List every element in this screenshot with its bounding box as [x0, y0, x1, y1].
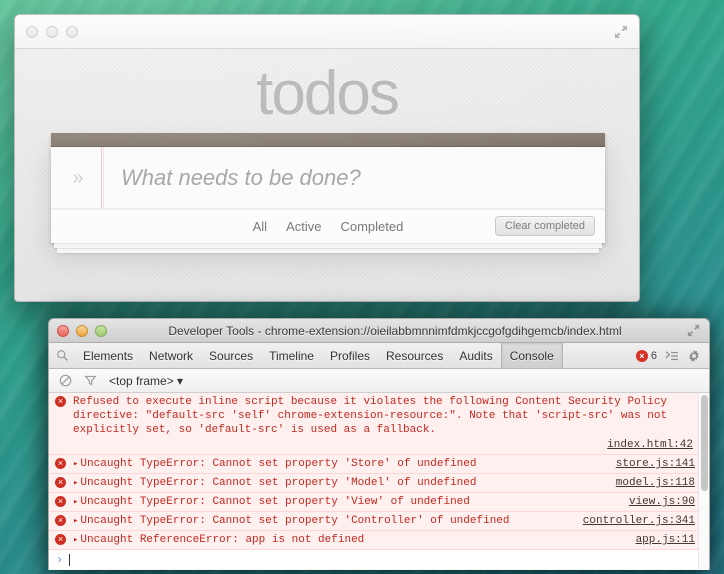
todos-titlebar[interactable]: [15, 15, 639, 49]
todos-zoom-button[interactable]: [66, 26, 78, 38]
devtools-close-button[interactable]: [57, 324, 69, 337]
tab-console[interactable]: Console: [500, 343, 563, 368]
prompt-caret: [69, 554, 71, 566]
devtools-zoom-button[interactable]: [95, 324, 107, 337]
console-message-source[interactable]: app.js:11: [636, 533, 695, 547]
devtools-window[interactable]: Developer Tools - chrome-extension://oie…: [48, 318, 710, 570]
devtools-minimize-button[interactable]: [76, 324, 88, 337]
console-message[interactable]: × ▸ Uncaught ReferenceError: app is not d…: [49, 531, 709, 550]
new-todo-input[interactable]: [105, 164, 605, 191]
console-message-source[interactable]: store.js:141: [616, 457, 695, 471]
devtools-titlebar[interactable]: Developer Tools - chrome-extension://oie…: [49, 319, 709, 343]
error-icon: ×: [55, 515, 66, 526]
console-message-list: × Refused to execute inline script becau…: [49, 393, 709, 569]
show-drawer-icon[interactable]: [665, 350, 679, 362]
settings-gear-icon[interactable]: [687, 349, 701, 363]
devtools-tabbar: Elements Network Sources Timeline Profil…: [49, 343, 709, 369]
console-message[interactable]: × ▸ Uncaught TypeError: Cannot set proper…: [49, 493, 709, 512]
console-message-text: ▸ Uncaught TypeError: Cannot set property…: [73, 477, 477, 489]
console-scrollbar-thumb[interactable]: [701, 395, 708, 491]
page-title: todos: [256, 59, 400, 128]
console-message-text: ▸ Uncaught ReferenceError: app is not def…: [73, 534, 365, 546]
tab-audits[interactable]: Audits: [451, 343, 500, 368]
console-message-text: ▸ Uncaught TypeError: Cannot set property…: [73, 515, 510, 527]
search-icon[interactable]: [49, 343, 75, 368]
console-message-source[interactable]: controller.js:341: [583, 514, 695, 528]
console-prompt[interactable]: ›: [49, 550, 709, 569]
filter-funnel-icon[interactable]: [84, 374, 97, 387]
tab-sources[interactable]: Sources: [201, 343, 261, 368]
fullscreen-expand-icon[interactable]: [613, 24, 629, 40]
console-message-source[interactable]: model.js:118: [616, 476, 695, 490]
tab-timeline[interactable]: Timeline: [261, 343, 322, 368]
todos-minimize-button[interactable]: [46, 26, 58, 38]
console-message[interactable]: × ▸ Uncaught TypeError: Cannot set proper…: [49, 512, 709, 531]
frame-selector-dropdown[interactable]: <top frame> ▾: [109, 374, 183, 388]
error-icon: ×: [55, 534, 66, 545]
todoapp-top-bar: [51, 133, 605, 147]
devtools-tabbar-right: × 6: [635, 343, 709, 368]
error-count-badge[interactable]: × 6: [635, 349, 657, 362]
error-count-label: 6: [650, 349, 657, 362]
console-message[interactable]: × Refused to execute inline script becau…: [49, 393, 709, 455]
error-icon: ×: [635, 349, 648, 362]
todos-close-button[interactable]: [26, 26, 38, 38]
devtools-traffic-lights: [57, 324, 107, 337]
console-scrollbar[interactable]: [698, 393, 709, 569]
error-icon: ×: [55, 477, 66, 488]
expand-triangle-icon[interactable]: ▸: [73, 478, 78, 488]
todos-traffic-lights: [26, 26, 78, 38]
devtools-window-title: Developer Tools - chrome-extension://oie…: [168, 323, 622, 338]
console-message-text: ▸ Uncaught TypeError: Cannot set property…: [73, 458, 477, 470]
console-message-text: ▸ Uncaught TypeError: Cannot set property…: [73, 496, 470, 508]
expand-triangle-icon[interactable]: ▸: [73, 516, 78, 526]
error-icon: ×: [55, 496, 66, 507]
todoapp-footer: All Active Completed Clear completed: [51, 209, 605, 243]
todo-filters: All Active Completed: [248, 218, 409, 235]
new-todo-row: »: [51, 147, 605, 209]
console-message-source[interactable]: index.html:42: [73, 438, 695, 452]
clear-console-icon[interactable]: [59, 374, 72, 387]
tab-profiles[interactable]: Profiles: [322, 343, 378, 368]
error-icon: ×: [55, 458, 66, 469]
prompt-chevron-icon: ›: [56, 553, 64, 567]
tab-elements[interactable]: Elements: [75, 343, 141, 368]
fullscreen-expand-icon[interactable]: [686, 323, 701, 338]
desktop-background: todos » All Active Completed Clear compl…: [0, 0, 724, 574]
console-toolbar: <top frame> ▾: [49, 369, 709, 393]
tab-network[interactable]: Network: [141, 343, 201, 368]
console-message[interactable]: × ▸ Uncaught TypeError: Cannot set proper…: [49, 474, 709, 493]
clear-completed-button[interactable]: Clear completed: [494, 216, 595, 236]
filter-active[interactable]: Active: [281, 218, 326, 235]
filter-completed[interactable]: Completed: [335, 218, 408, 235]
tab-resources[interactable]: Resources: [378, 343, 451, 368]
todos-app-body: todos » All Active Completed Clear compl…: [15, 49, 639, 301]
console-message-source[interactable]: view.js:90: [629, 495, 695, 509]
filter-all[interactable]: All: [248, 218, 272, 235]
console-message[interactable]: × ▸ Uncaught TypeError: Cannot set proper…: [49, 455, 709, 474]
todos-app-window[interactable]: todos » All Active Completed Clear compl…: [14, 14, 640, 302]
expand-triangle-icon[interactable]: ▸: [73, 535, 78, 545]
console-message-text: Refused to execute inline script because…: [73, 396, 668, 436]
todoapp-panel: » All Active Completed Clear completed: [51, 133, 605, 243]
expand-triangle-icon[interactable]: ▸: [73, 459, 78, 469]
toggle-all-chevron-icon[interactable]: »: [51, 168, 105, 188]
expand-triangle-icon[interactable]: ▸: [73, 497, 78, 507]
error-icon: ×: [55, 396, 66, 407]
